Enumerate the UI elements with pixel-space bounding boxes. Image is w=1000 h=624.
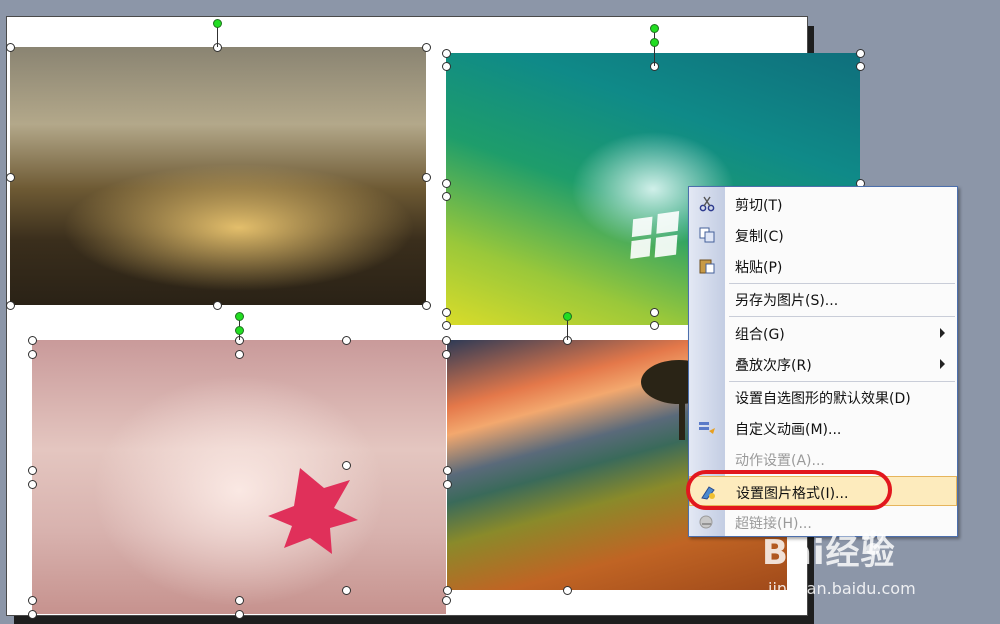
resize-handle[interactable] [443,466,452,475]
watermark-url: jingyan.baidu.com [768,579,916,598]
resize-handle[interactable] [422,301,431,310]
resize-handle[interactable] [442,350,451,359]
submenu-arrow-icon [940,328,945,338]
submenu-arrow-icon [940,359,945,369]
resize-handle[interactable] [563,586,572,595]
resize-handle[interactable] [342,461,351,470]
resize-handle[interactable] [6,43,15,52]
resize-handle[interactable] [28,610,37,619]
menu-item-set-autoshape-defaults[interactable]: 设置自选图形的默认效果(D) [689,382,957,412]
resize-handle[interactable] [442,179,451,188]
resize-handle[interactable] [442,49,451,58]
resize-handle[interactable] [213,301,222,310]
rotate-handle[interactable] [213,19,222,28]
resize-handle[interactable] [422,173,431,182]
rotate-handle[interactable] [235,312,244,321]
menu-item-label: 自定义动画(M)... [735,422,842,438]
resize-handle[interactable] [422,43,431,52]
menu-item-label: 剪切(T) [735,198,783,214]
baidu-paw-icon [863,530,883,555]
resize-handle[interactable] [28,336,37,345]
resize-handle[interactable] [856,62,865,71]
scissors-icon [699,196,715,212]
resize-handle[interactable] [235,610,244,619]
menu-item-label: 粘贴(P) [735,260,783,276]
rotate-handle[interactable] [650,38,659,47]
resize-handle[interactable] [443,586,452,595]
resize-handle[interactable] [856,49,865,58]
rotate-handle[interactable] [563,312,572,321]
resize-handle[interactable] [442,192,451,201]
menu-item-cut[interactable]: 剪切(T) [689,189,957,219]
rotate-handle[interactable] [235,326,244,335]
rotate-stem [654,28,655,66]
photo-red-leaf-flowers[interactable] [32,340,446,614]
highlight-annotation-ring [686,470,892,510]
resize-handle[interactable] [28,480,37,489]
resize-handle[interactable] [443,480,452,489]
menu-item-label: 另存为图片(S)... [735,293,839,309]
resize-handle[interactable] [442,321,451,330]
photo-woman-at-sunset[interactable] [10,47,426,305]
resize-handle[interactable] [6,301,15,310]
resize-handle[interactable] [342,336,351,345]
menu-item-order[interactable]: 叠放次序(R) [689,349,957,379]
resize-handle[interactable] [235,596,244,605]
menu-item-label: 设置自选图形的默认效果(D) [735,391,911,407]
paste-icon [699,259,715,274]
resize-handle[interactable] [650,321,659,330]
red-leaf-icon [268,468,358,554]
resize-handle[interactable] [442,336,451,345]
resize-handle[interactable] [442,308,451,317]
resize-handle[interactable] [442,62,451,71]
menu-item-save-as-picture[interactable]: 另存为图片(S)... [689,284,957,314]
menu-item-paste[interactable]: 粘贴(P) [689,251,957,281]
resize-handle[interactable] [28,596,37,605]
custom-animation-icon [699,422,715,434]
hyperlink-icon [699,515,713,529]
resize-handle[interactable] [28,466,37,475]
resize-handle[interactable] [650,308,659,317]
menu-item-label: 复制(C) [735,229,784,245]
menu-item-copy[interactable]: 复制(C) [689,220,957,250]
copy-icon [699,227,715,243]
menu-item-group[interactable]: 组合(G) [689,318,957,348]
rotate-handle[interactable] [650,24,659,33]
menu-item-label: 叠放次序(R) [735,358,812,374]
resize-handle[interactable] [442,596,451,605]
resize-handle[interactable] [28,350,37,359]
resize-handle[interactable] [342,586,351,595]
resize-handle[interactable] [235,350,244,359]
resize-handle[interactable] [6,173,15,182]
menu-item-label: 组合(G) [735,327,785,343]
menu-item-custom-animation[interactable]: 自定义动画(M)... [689,413,957,443]
menu-item-label: 动作设置(A)... [735,453,825,469]
baidu-jingyan-watermark: Bai经验 jingyan.baidu.com [762,525,992,615]
menu-separator [729,316,955,317]
